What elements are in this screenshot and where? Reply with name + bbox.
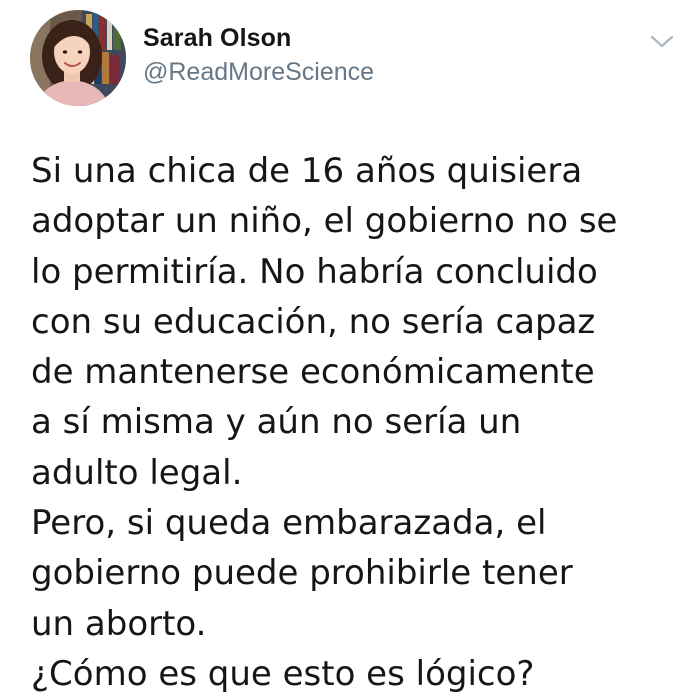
avatar[interactable] (30, 10, 126, 106)
tweet-text: Si una chica de 16 años quisiera adoptar… (31, 146, 681, 699)
author-handle[interactable]: @ReadMoreScience (143, 58, 374, 87)
tweet-menu-button[interactable] (648, 32, 676, 52)
tweet-text-line: con su educación, no sería capaz (31, 301, 596, 342)
tweet-text-line: de mantenerse económicamente (31, 352, 595, 393)
tweet-card: Sarah Olson @ReadMoreScience Si una chic… (0, 0, 700, 700)
tweet-text-line: Si una chica de 16 años quisiera (31, 151, 583, 191)
tweet-text-line: Pero, si queda embarazada, el (31, 503, 547, 544)
tweet-text-line: adulto legal. (31, 452, 243, 493)
tweet-text-line: ¿Cómo es que esto es lógico? (31, 653, 535, 694)
tweet-text-line: a sí misma y aún no sería un (31, 402, 522, 443)
profile-photo-avatar-icon (30, 10, 126, 106)
chevron-down-icon (650, 35, 674, 48)
tweet-text-line: gobierno puede prohibirle tener (31, 553, 573, 594)
author-display-name[interactable]: Sarah Olson (143, 24, 291, 53)
tweet-text-line: un aborto. (31, 603, 207, 644)
tweet-text-line: adoptar un niño, el gobierno no se (31, 201, 618, 242)
tweet-text-line: lo permitiría. No habría concluido (31, 251, 598, 292)
